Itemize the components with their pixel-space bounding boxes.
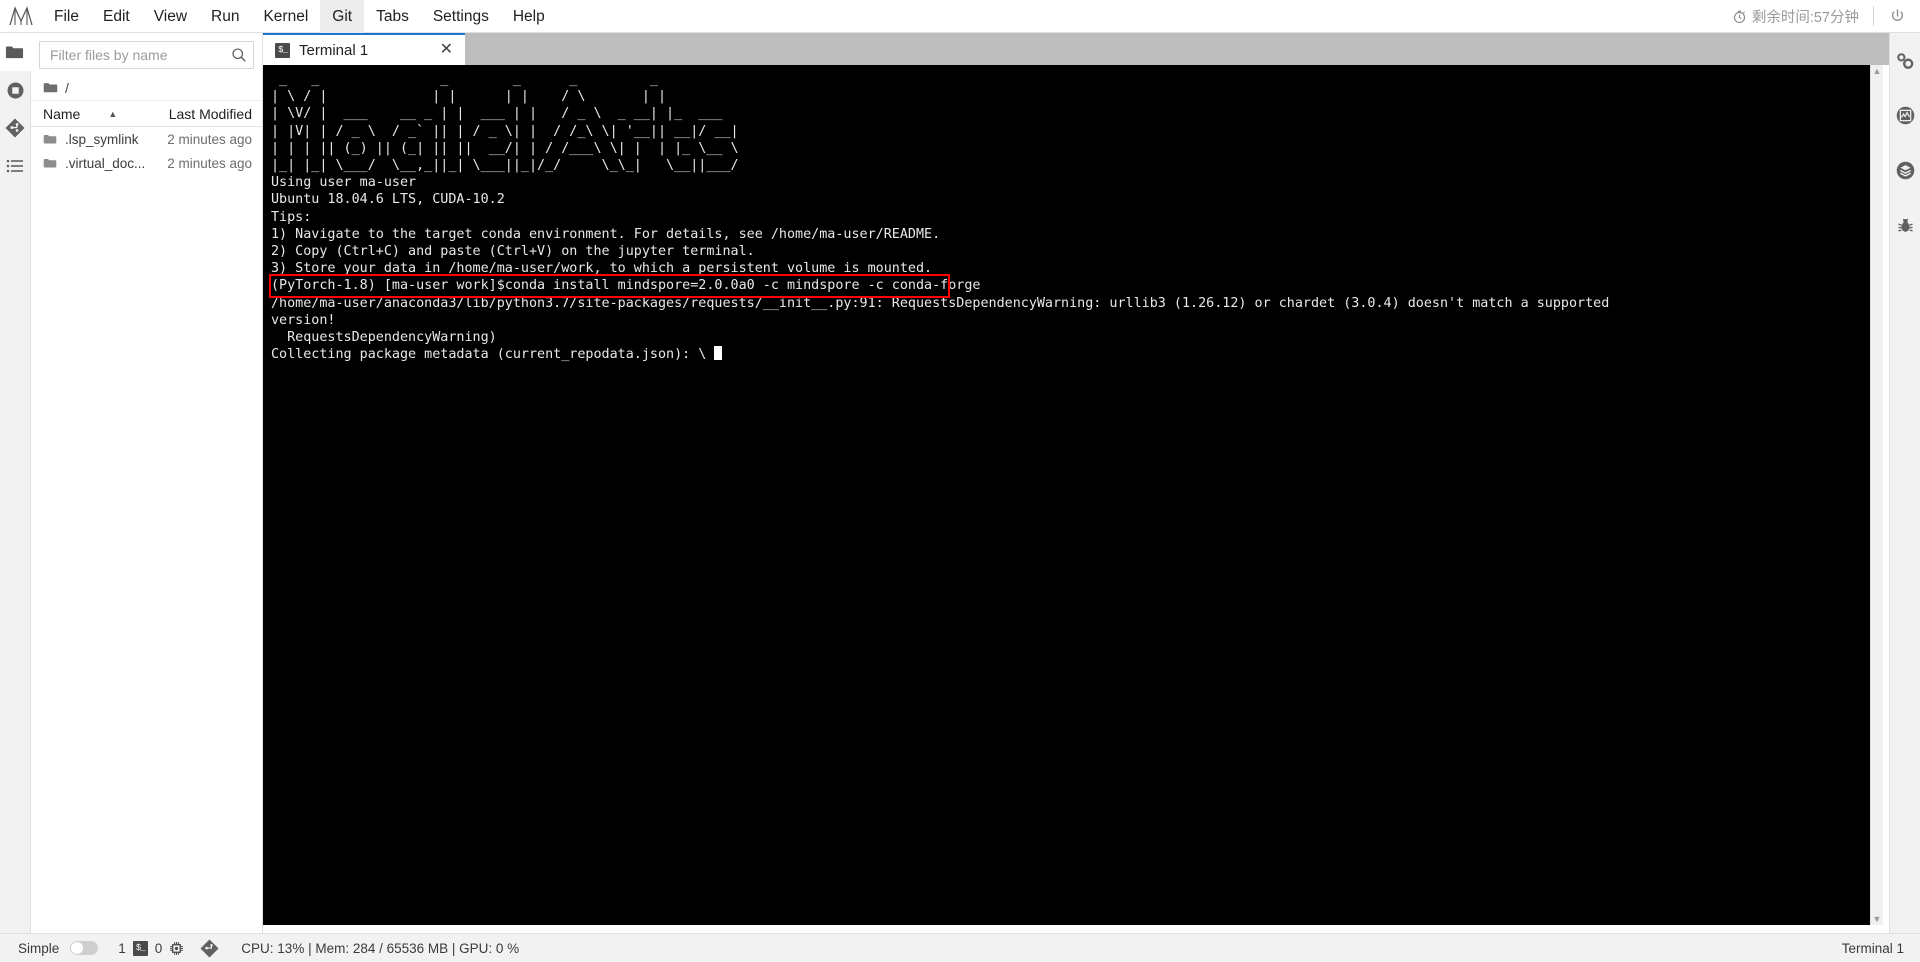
- list-item-modified: 2 minutes ago: [167, 155, 252, 171]
- layers-icon: [1895, 160, 1916, 181]
- resource-metrics: CPU: 13% | Mem: 284 / 65536 MB | GPU: 0 …: [241, 940, 520, 956]
- list-item[interactable]: .lsp_symlink 2 minutes ago: [31, 127, 262, 151]
- menu-kernel[interactable]: Kernel: [251, 0, 320, 33]
- filter-box[interactable]: [39, 41, 254, 69]
- terminal-line-tip-3: 3) Store your data in /home/ma-user/work…: [271, 261, 933, 277]
- status-bar: Simple 1 $_ 0 CPU: 13% | Mem: 284 / 6553…: [0, 933, 1920, 962]
- menu-bar: File Edit View Run Kernel Git Tabs Setti…: [0, 0, 1920, 33]
- terminal-line-warning-2: version!: [271, 312, 336, 328]
- terminal-line-tip-1: 1) Navigate to the target conda environm…: [271, 226, 941, 242]
- filter-container: [31, 33, 262, 75]
- list-item-modified: 2 minutes ago: [167, 131, 252, 147]
- stop-circle-icon: [6, 81, 25, 100]
- terminal-line-using-user: Using user ma-user: [271, 175, 417, 191]
- bug-icon: [1896, 216, 1915, 235]
- git-diamond-icon[interactable]: [200, 938, 219, 958]
- sidebar-item-file-browser[interactable]: [0, 33, 31, 71]
- column-header-name[interactable]: Name ▲: [31, 106, 152, 122]
- breadcrumb[interactable]: /: [31, 75, 262, 101]
- sidebar-item-running[interactable]: [0, 71, 31, 109]
- terminal-line-warning-3: RequestsDependencyWarning): [271, 330, 497, 346]
- search-icon[interactable]: [231, 47, 247, 63]
- workspace: +: [0, 1, 1920, 933]
- terminal-command-line: (PyTorch-1.8) [ma-user work]$conda insta…: [271, 278, 981, 294]
- sidebar-item-git[interactable]: [0, 109, 31, 147]
- terminal-icon: $_: [275, 42, 290, 58]
- breadcrumb-path: /: [65, 79, 69, 96]
- menu-run[interactable]: Run: [199, 0, 251, 33]
- main-dock-area: $_ Terminal 1 ✕ _ _ _ _ _ _ | \ / | | | …: [263, 33, 1889, 933]
- search-input[interactable]: [50, 47, 231, 63]
- kernel-count: 1: [118, 940, 126, 956]
- file-browser-panel: +: [0, 1, 263, 933]
- list-item-label: .lsp_symlink: [65, 131, 139, 147]
- menu-settings[interactable]: Settings: [421, 0, 501, 33]
- list-item-label: .virtual_doc...: [65, 155, 146, 171]
- list-item[interactable]: .virtual_doc... 2 minutes ago: [31, 151, 262, 175]
- terminal-panel: _ _ _ _ _ _ | \ / | | | | | / \ | | | \V…: [263, 65, 1889, 933]
- menu-view[interactable]: View: [142, 0, 199, 33]
- terminal-line-warning-1: /home/ma-user/anaconda3/lib/python3.7/si…: [271, 295, 1610, 311]
- terminal-output[interactable]: _ _ _ _ _ _ | \ / | | | | | / \ | | | \V…: [263, 65, 1870, 925]
- git-diamond-icon: [5, 118, 25, 138]
- jupyterlab-window: File Edit View Run Kernel Git Tabs Setti…: [0, 0, 1920, 962]
- jupyterlab-logo-icon[interactable]: [0, 5, 42, 27]
- list-item-name-cell: .lsp_symlink: [31, 132, 152, 147]
- folder-icon: [43, 133, 57, 145]
- stopwatch-icon: [1732, 9, 1747, 24]
- folder-icon: [43, 157, 57, 169]
- close-icon[interactable]: ✕: [438, 42, 455, 58]
- right-sidebar-rail: [1889, 33, 1920, 933]
- menu-help[interactable]: Help: [501, 0, 557, 33]
- modelarts-logo-svg: [9, 6, 33, 26]
- status-bar-active-item: Terminal 1: [1841, 940, 1904, 956]
- sidebar-item-extensions[interactable]: [1890, 143, 1920, 198]
- simple-mode-label: Simple: [18, 940, 60, 956]
- remaining-time-indicator: 剩余时间:57分钟: [1732, 6, 1873, 27]
- gears-icon: [1895, 51, 1915, 71]
- sidebar-item-property-inspector[interactable]: [1890, 33, 1920, 88]
- simple-mode-toggle-group[interactable]: Simple: [18, 941, 102, 956]
- caret-up-icon[interactable]: ▲: [1873, 67, 1882, 76]
- terminal-scrollbar[interactable]: ▲ ▼: [1870, 65, 1883, 925]
- list-item-name-cell: .virtual_doc...: [31, 156, 152, 171]
- file-list: .lsp_symlink 2 minutes ago .virtual_doc.…: [31, 127, 262, 933]
- tab-label: Terminal 1: [299, 41, 369, 59]
- terminal-line-tips-header: Tips:: [271, 209, 312, 225]
- folder-icon: [5, 44, 24, 60]
- menu-tabs[interactable]: Tabs: [364, 0, 421, 33]
- kernel-count-group[interactable]: 1 $_ 0: [118, 940, 184, 956]
- terminal-line-tip-2: 2) Copy (Ctrl+C) and paste (Ctrl+V) on t…: [271, 244, 755, 260]
- terminal-icon: $_: [132, 940, 148, 956]
- cpu-icon: [169, 941, 184, 956]
- chart-circle-icon: [1895, 105, 1916, 126]
- menu-edit[interactable]: Edit: [91, 0, 142, 33]
- folder-icon: [43, 81, 58, 94]
- tab-bar: $_ Terminal 1 ✕: [263, 33, 1889, 65]
- caret-down-icon[interactable]: ▼: [1873, 915, 1882, 924]
- list-icon: [6, 158, 24, 174]
- terminal-line-ubuntu: Ubuntu 18.04.6 LTS, CUDA-10.2: [271, 192, 505, 208]
- power-icon[interactable]: [1874, 8, 1920, 25]
- sidebar-item-chart[interactable]: [1890, 88, 1920, 143]
- column-header-name-label: Name: [43, 105, 81, 122]
- sidebar-item-debugger[interactable]: [1890, 198, 1920, 253]
- terminal-count: 0: [154, 940, 163, 956]
- terminal-cursor: [714, 346, 723, 361]
- left-sidebar-rail: [0, 33, 31, 933]
- menu-file[interactable]: File: [42, 0, 91, 33]
- menu-git[interactable]: Git: [320, 0, 365, 33]
- sidebar-item-commands[interactable]: [0, 147, 31, 185]
- simple-mode-toggle[interactable]: [70, 941, 99, 955]
- sort-ascending-icon: ▲: [108, 108, 118, 119]
- file-list-header: Name ▲ Last Modified: [31, 101, 262, 127]
- terminal-line-collecting: Collecting package metadata (current_rep…: [271, 346, 1870, 363]
- modelarts-ascii-banner: _ _ _ _ _ _ | \ / | | | | | / \ | | | \V…: [271, 72, 739, 174]
- terminal-collecting-text: Collecting package metadata (current_rep…: [271, 347, 715, 363]
- toggle-knob: [71, 942, 84, 954]
- remaining-time-text: 剩余时间:57分钟: [1751, 9, 1859, 26]
- column-header-last-modified[interactable]: Last Modified: [152, 106, 262, 122]
- tab-terminal-1[interactable]: $_ Terminal 1 ✕: [263, 33, 465, 65]
